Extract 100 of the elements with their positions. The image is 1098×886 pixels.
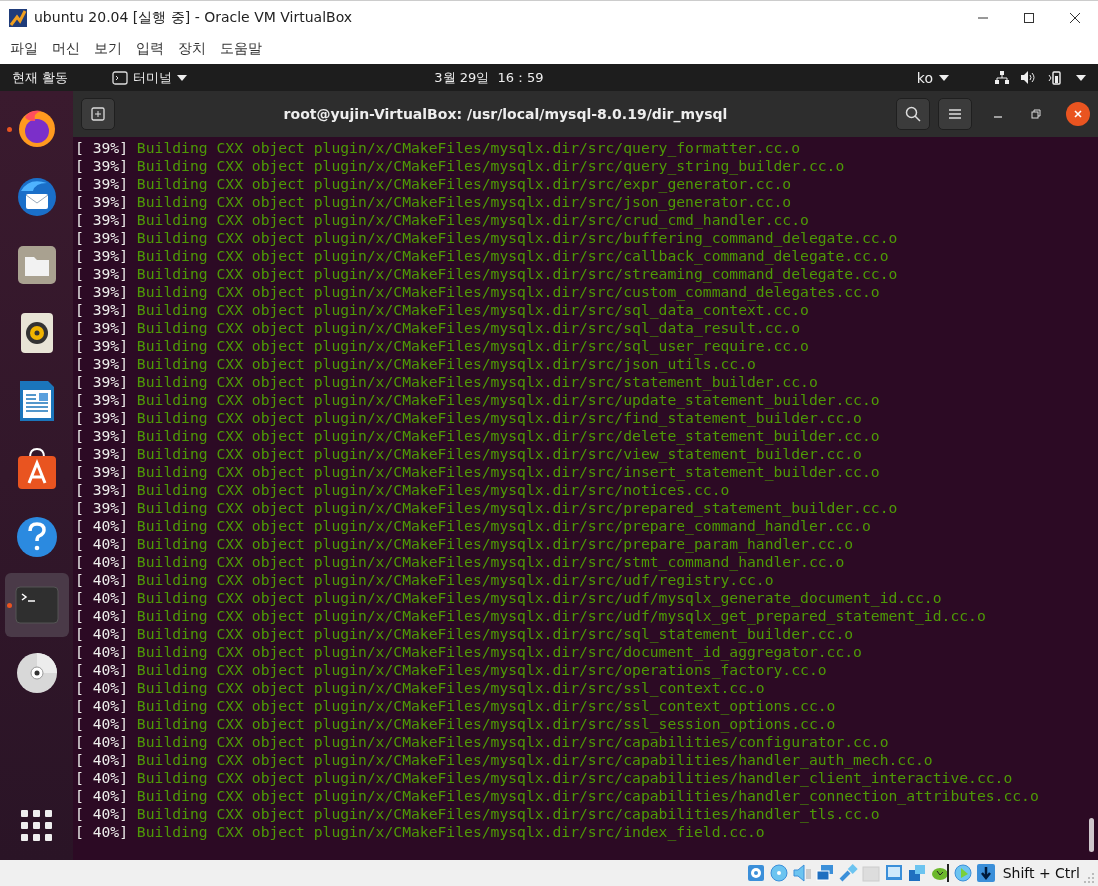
build-message: Building CXX object plugin/x/CMakeFiles/mysqlx.dir/src/expr_generator.cc.o (136, 175, 792, 193)
build-message: Building CXX object plugin/x/CMakeFiles/mysqlx.dir/src/query_formatter.cc.o (136, 139, 801, 157)
progress-text: [ 39%] (75, 265, 129, 283)
input-method-button[interactable]: ko (910, 68, 955, 87)
optical-disc-icon[interactable] (14, 651, 59, 695)
build-message: Building CXX object plugin/x/CMakeFiles/mysqlx.dir/src/notices.cc.o (136, 481, 730, 499)
new-tab-button[interactable] (81, 98, 115, 130)
progress-text: [ 40%] (75, 787, 129, 805)
menu-item[interactable]: 장치 (178, 40, 206, 58)
restore-icon[interactable] (1031, 109, 1041, 119)
build-message: Building CXX object plugin/x/CMakeFiles/mysqlx.dir/src/crud_cmd_handler.cc.o (136, 211, 809, 229)
build-message: Building CXX object plugin/x/CMakeFiles/mysqlx.dir/src/streaming_command_delegate.cc.o (136, 265, 898, 283)
build-message: Building CXX object plugin/x/CMakeFiles/mysqlx.dir/src/custom_command_delegates.cc.o (136, 283, 880, 301)
progress-text: [ 40%] (75, 805, 129, 823)
build-message: Building CXX object plugin/x/CMakeFiles/mysqlx.dir/src/sql_statement_builder.cc.o (136, 625, 854, 643)
progress-text: [ 40%] (75, 589, 129, 607)
progress-text: [ 40%] (75, 643, 129, 661)
build-message: Building CXX object plugin/x/CMakeFiles/mysqlx.dir/src/capabilities/handler_connection_attributes.cc.o (136, 787, 1039, 805)
progress-text: [ 40%] (75, 517, 129, 535)
build-message: Building CXX object plugin/x/CMakeFiles/mysqlx.dir/src/capabilities/handler_tls.cc.o (136, 805, 880, 823)
battery-icon[interactable] (1048, 70, 1064, 85)
build-message: Building CXX object plugin/x/CMakeFiles/mysqlx.dir/src/insert_statement_builder.cc.o (136, 463, 880, 481)
progress-text: [ 39%] (75, 193, 129, 211)
progress-text: [ 40%] (75, 769, 129, 787)
build-message: Building CXX object plugin/x/CMakeFiles/mysqlx.dir/src/json_utils.cc.o (136, 355, 756, 373)
build-message: Building CXX object plugin/x/CMakeFiles/mysqlx.dir/src/ssl_session_options.cc.o (136, 715, 836, 733)
progress-text: [ 39%] (75, 445, 129, 463)
progress-text: [ 39%] (75, 391, 129, 409)
build-message: Building CXX object plugin/x/CMakeFiles/mysqlx.dir/src/prepared_statement_builder.cc.o (136, 499, 898, 517)
search-icon[interactable] (905, 106, 921, 122)
progress-text: [ 40%] (75, 697, 129, 715)
question-mark-icon[interactable] (14, 515, 59, 559)
caret-icon[interactable] (1076, 74, 1086, 81)
resize-grip-icon[interactable] (1084, 873, 1094, 883)
activities-button[interactable]: 현재 활동 (12, 68, 100, 87)
progress-text: [ 39%] (75, 247, 129, 265)
close-icon[interactable] (1069, 11, 1081, 24)
monitor-icon[interactable] (883, 863, 904, 883)
build-message: Building CXX object plugin/x/CMakeFiles/mysqlx.dir/src/stmt_command_handler.cc.o (136, 553, 845, 571)
caret-icon[interactable] (939, 74, 949, 81)
app-grid-icon[interactable] (20, 810, 53, 842)
menu-item[interactable]: 보기 (94, 40, 122, 58)
progress-text: [ 39%] (75, 463, 129, 481)
build-message: Building CXX object plugin/x/CMakeFiles/mysqlx.dir/src/sql_data_result.cc.o (136, 319, 801, 337)
build-message: Building CXX object plugin/x/CMakeFiles/mysqlx.dir/src/delete_statement_builder.cc.o (136, 427, 880, 445)
build-message: Building CXX object plugin/x/CMakeFiles/mysqlx.dir/src/statement_builder.cc.o (136, 373, 818, 391)
progress-text: [ 39%] (75, 319, 129, 337)
progress-text: [ 40%] (75, 823, 129, 841)
terminal-title: root@yujin-VirtualBox: /usr/local/mysql-8.0.19/dir_mysql (282, 106, 729, 122)
menu-item[interactable]: 머신 (52, 40, 80, 58)
progress-text: [ 39%] (75, 355, 129, 373)
progress-text: [ 40%] (75, 571, 129, 589)
host-key-label: Shift + Ctrl (1002, 865, 1080, 881)
build-message: Building CXX object plugin/x/CMakeFiles/mysqlx.dir/src/capabilities/configurator.cc.o (136, 733, 889, 751)
progress-text: [ 39%] (75, 157, 129, 175)
progress-text: [ 39%] (75, 211, 129, 229)
maximize-icon[interactable] (1023, 11, 1035, 24)
progress-text: [ 40%] (75, 715, 129, 733)
plus-icon[interactable] (91, 107, 105, 121)
build-message: Building CXX object plugin/x/CMakeFiles/mysqlx.dir/src/udf/mysqlx_generate_document_id.cc.o (136, 589, 942, 607)
menu-icon[interactable] (948, 108, 962, 120)
build-message: Building CXX object plugin/x/CMakeFiles/mysqlx.dir/src/udf/mysqlx_get_prepared_statement_id.cc.o (136, 607, 986, 625)
build-message: Building CXX object plugin/x/CMakeFiles/mysqlx.dir/src/operations_factory.cc.o (136, 661, 827, 679)
build-message: Building CXX object plugin/x/CMakeFiles/mysqlx.dir/src/buffering_command_delegate.cc.o (136, 229, 898, 247)
build-message: Building CXX object plugin/x/CMakeFiles/mysqlx.dir/src/sql_user_require.cc.o (136, 337, 809, 355)
window-title: ubuntu 20.04 [실행 중] - Oracle VM VirtualBox (34, 8, 354, 27)
volume-icon[interactable] (1021, 71, 1036, 84)
build-message: Building CXX object plugin/x/CMakeFiles/mysqlx.dir/src/ssl_context_options.cc.o (136, 697, 836, 715)
close-button[interactable] (1066, 102, 1090, 126)
progress-text: [ 39%] (75, 337, 129, 355)
progress-text: [ 39%] (75, 427, 129, 445)
caret-icon[interactable] (177, 74, 187, 81)
progress-text: [ 40%] (75, 607, 129, 625)
terminal-icon[interactable] (112, 70, 128, 85)
build-message: Building CXX object plugin/x/CMakeFiles/mysqlx.dir/src/ssl_context.cc.o (136, 679, 765, 697)
progress-text: [ 40%] (75, 553, 129, 571)
menu-item[interactable]: 파일 (10, 40, 38, 58)
menu-button[interactable] (938, 98, 972, 130)
app-menu-button[interactable]: 터미널 (112, 68, 187, 87)
build-message: Building CXX object plugin/x/CMakeFiles/mysqlx.dir/src/query_string_builder.cc.o (136, 157, 845, 175)
build-message: Building CXX object plugin/x/CMakeFiles/mysqlx.dir/src/prepare_command_handler.cc.o (136, 517, 871, 535)
build-message: Building CXX object plugin/x/CMakeFiles/mysqlx.dir/src/capabilities/handler_client_interactive.cc.o (136, 769, 1013, 787)
scrollbar-thumb[interactable] (1089, 818, 1094, 852)
virtualbox-logo-icon (8, 7, 28, 28)
search-button[interactable] (896, 98, 930, 130)
windows-icon[interactable] (906, 863, 927, 883)
progress-text: [ 39%] (75, 481, 129, 499)
build-message: Building CXX object plugin/x/CMakeFiles/mysqlx.dir/src/index_field.cc.o (136, 823, 765, 841)
progress-text: [ 40%] (75, 661, 129, 679)
progress-text: [ 39%] (75, 229, 129, 247)
progress-text: [ 39%] (75, 175, 129, 193)
progress-text: [ 40%] (75, 625, 129, 643)
build-message: Building CXX object plugin/x/CMakeFiles/mysqlx.dir/src/udf/registry.cc.o (136, 571, 774, 589)
build-message: Building CXX object plugin/x/CMakeFiles/mysqlx.dir/src/callback_command_delegate.cc.o (136, 247, 889, 265)
menu-item[interactable]: 도움말 (220, 40, 262, 58)
usb-plug-icon[interactable] (837, 863, 858, 883)
build-message: Building CXX object plugin/x/CMakeFiles/mysqlx.dir/src/view_statement_builder.cc.o (136, 445, 862, 463)
menu-item[interactable]: 입력 (136, 40, 164, 58)
progress-text: [ 40%] (75, 535, 129, 553)
clock[interactable]: 3월 29일 16：59 (434, 68, 544, 87)
